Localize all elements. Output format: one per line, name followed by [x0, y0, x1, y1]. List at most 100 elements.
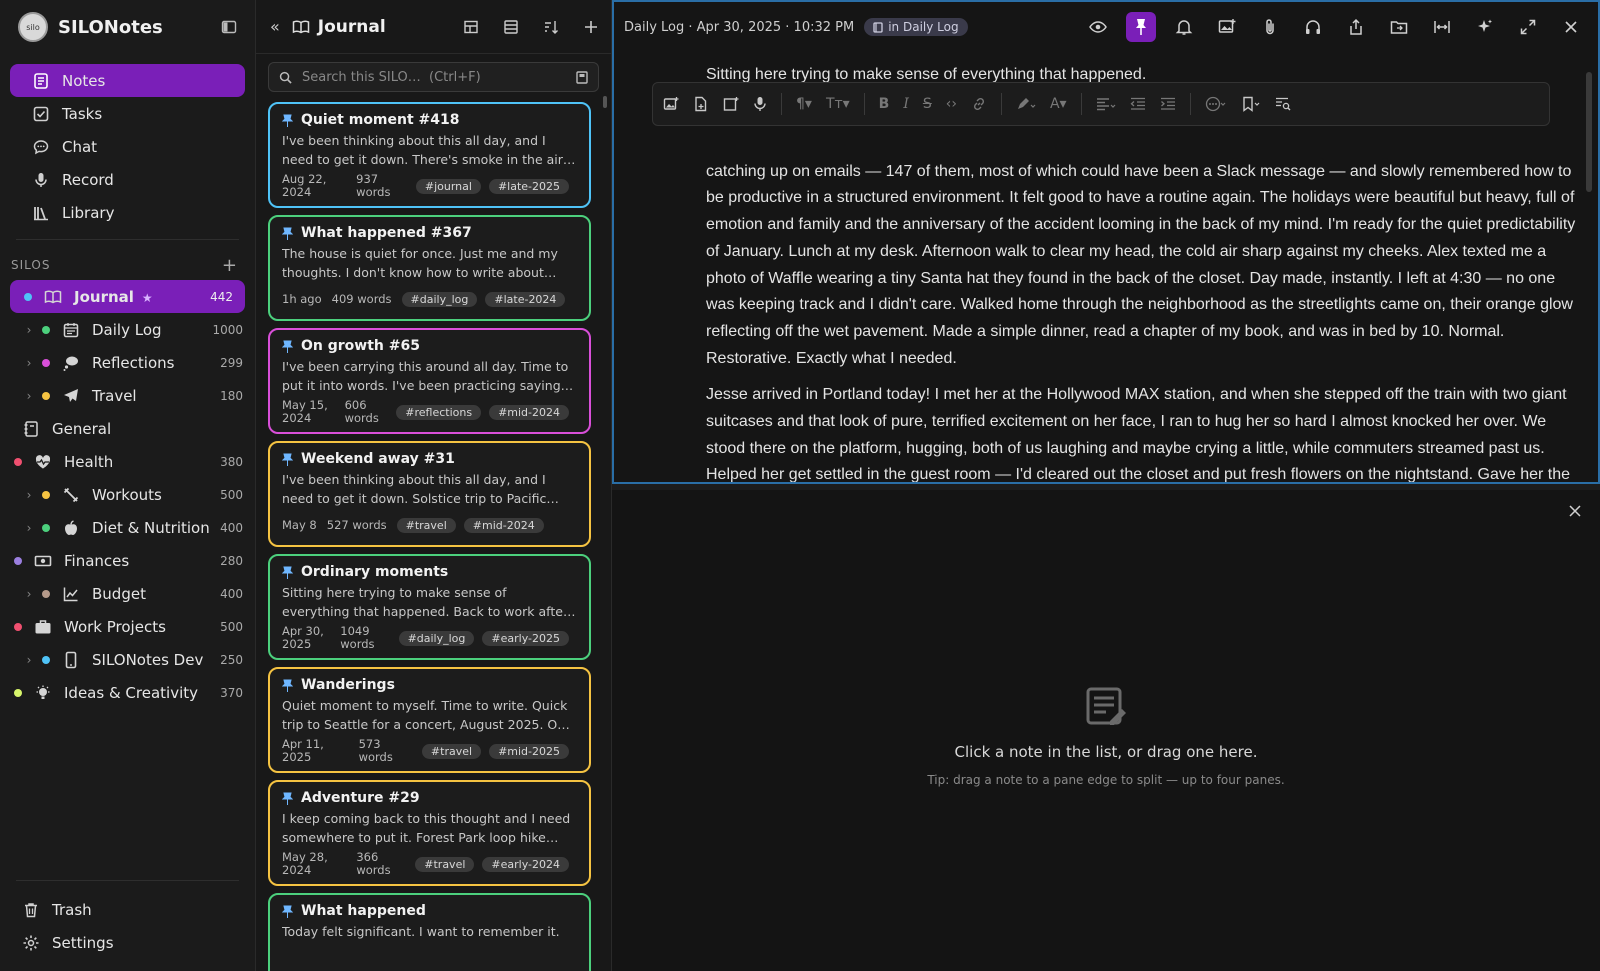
italic-icon[interactable]: I [903, 96, 909, 112]
silo-reflections[interactable]: › Reflections 299 [0, 346, 255, 379]
add-image-icon[interactable] [1212, 12, 1242, 42]
add-silo-button[interactable]: + [222, 255, 237, 276]
align-icon[interactable] [1096, 96, 1116, 112]
note-card[interactable]: What happened Today felt significant. I … [268, 893, 591, 971]
pin-icon[interactable] [282, 453, 293, 466]
silo-journal[interactable]: Journal ★ 442 [10, 280, 245, 313]
search-input[interactable] [302, 69, 576, 85]
new-note-icon[interactable] [583, 19, 599, 35]
list-scrollbar[interactable] [603, 96, 607, 108]
tag-badge[interactable]: #travel [421, 743, 482, 759]
fullscreen-icon[interactable] [1513, 12, 1543, 42]
bell-icon[interactable] [1169, 12, 1199, 42]
code-icon[interactable]: ‹› [946, 96, 957, 112]
close-icon[interactable] [1556, 12, 1586, 42]
chevron-right-icon[interactable]: › [22, 323, 36, 337]
pin-toggle-icon[interactable] [1126, 12, 1156, 42]
ai-sparkle-icon[interactable] [1470, 12, 1500, 42]
tag-badge[interactable]: #journal [415, 178, 481, 194]
editor-scrollbar[interactable] [1586, 72, 1592, 192]
chevron-right-icon[interactable]: › [22, 389, 36, 403]
highlight-icon[interactable] [1016, 96, 1036, 112]
note-card[interactable]: Wanderings Quiet moment to myself. Time … [268, 667, 591, 773]
insert-embed-icon[interactable] [723, 96, 739, 112]
silo-daily-log[interactable]: › Daily Log 1000 [0, 313, 255, 346]
note-card[interactable]: Quiet moment #418 I've been thinking abo… [268, 102, 591, 208]
headphones-icon[interactable] [1298, 12, 1328, 42]
pin-icon[interactable] [282, 566, 293, 579]
pin-icon[interactable] [282, 679, 293, 692]
nav-notes[interactable]: Notes [10, 64, 245, 97]
preview-eye-icon[interactable] [1083, 12, 1113, 42]
chevron-right-icon[interactable]: › [22, 587, 36, 601]
more-options-icon[interactable] [1205, 96, 1227, 112]
insert-image-icon[interactable] [663, 96, 679, 112]
paragraph-style-icon[interactable]: ¶▾ [796, 96, 812, 112]
collapse-list-button[interactable]: « [270, 17, 280, 36]
note-card[interactable]: Weekend away #31 I've been thinking abou… [268, 441, 591, 547]
indent-icon[interactable] [1160, 96, 1176, 112]
tag-badge[interactable]: #mid-2024 [463, 517, 544, 533]
chevron-right-icon[interactable]: › [22, 356, 36, 370]
empty-pane[interactable]: Click a note in the list, or drag one he… [612, 484, 1600, 971]
sidebar-toggle-icon[interactable] [221, 19, 237, 35]
silo-finances[interactable]: Finances 280 [0, 544, 255, 577]
silo-workouts[interactable]: › Workouts 500 [0, 478, 255, 511]
note-card[interactable]: Adventure #29 I keep coming back to this… [268, 780, 591, 886]
text-color-icon[interactable]: A▾ [1050, 96, 1067, 112]
silo-general[interactable]: General [0, 412, 255, 445]
dictation-microphone-icon[interactable] [753, 96, 767, 112]
find-replace-icon[interactable] [1275, 96, 1291, 112]
move-folder-icon[interactable] [1384, 12, 1414, 42]
note-card[interactable]: On growth #65 I've been carrying this ar… [268, 328, 591, 434]
silo-ideas-creativity[interactable]: Ideas & Creativity 370 [0, 676, 255, 709]
close-pane-icon[interactable] [1568, 504, 1582, 518]
nav-record[interactable]: Record [10, 163, 245, 196]
nav-tasks[interactable]: Tasks [10, 97, 245, 130]
note-card[interactable]: What happened #367 The house is quiet fo… [268, 215, 591, 321]
silo-badge[interactable]: in Daily Log [864, 18, 968, 36]
paperclip-icon[interactable] [1255, 12, 1285, 42]
strikethrough-icon[interactable]: S [923, 96, 932, 112]
note-card[interactable]: Ordinary moments Sitting here trying to … [268, 554, 591, 660]
nav-chat[interactable]: Chat [10, 130, 245, 163]
silo-travel[interactable]: › Travel 180 [0, 379, 255, 412]
font-size-icon[interactable]: Tт▾ [826, 96, 850, 112]
outdent-icon[interactable] [1130, 96, 1146, 112]
silo-health[interactable]: Health 380 [0, 445, 255, 478]
chevron-right-icon[interactable]: › [22, 521, 36, 535]
insert-file-icon[interactable] [693, 96, 709, 112]
tag-badge[interactable]: #late-2024 [485, 291, 566, 307]
bookmark-icon[interactable] [1241, 96, 1261, 112]
clipboard-icon[interactable] [576, 70, 588, 84]
tag-badge[interactable]: #mid-2025 [489, 743, 569, 759]
tag-badge[interactable]: #early-2024 [482, 856, 569, 872]
silo-silonotes-dev[interactable]: › SILONotes Dev 250 [0, 643, 255, 676]
list-view-icon[interactable] [503, 19, 519, 35]
tag-badge[interactable]: #reflections [396, 404, 482, 420]
link-icon[interactable] [971, 96, 987, 112]
silo-budget[interactable]: › Budget 400 [0, 577, 255, 610]
bold-icon[interactable]: B [879, 96, 890, 112]
expand-width-icon[interactable] [1427, 12, 1457, 42]
tag-badge[interactable]: #mid-2024 [489, 404, 569, 420]
share-icon[interactable] [1341, 12, 1371, 42]
chevron-right-icon[interactable]: › [22, 488, 36, 502]
silo-diet-nutrition[interactable]: › Diet & Nutrition 400 [0, 511, 255, 544]
tag-badge[interactable]: #travel [396, 517, 456, 533]
nav-settings[interactable]: Settings [0, 926, 255, 959]
tag-badge[interactable]: #daily_log [401, 291, 478, 307]
pin-icon[interactable] [282, 340, 293, 353]
tag-badge[interactable]: #travel [415, 856, 475, 872]
chevron-right-icon[interactable]: › [22, 653, 36, 667]
sort-icon[interactable] [543, 19, 559, 35]
pin-icon[interactable] [282, 227, 293, 240]
star-icon[interactable]: ★ [142, 291, 153, 305]
tag-badge[interactable]: #early-2025 [482, 630, 569, 646]
silo-work-projects[interactable]: Work Projects 500 [0, 610, 255, 643]
pin-icon[interactable] [282, 792, 293, 805]
pin-icon[interactable] [282, 905, 293, 918]
grid-view-icon[interactable] [463, 19, 479, 35]
nav-library[interactable]: Library [10, 196, 245, 229]
nav-trash[interactable]: Trash [0, 893, 255, 926]
